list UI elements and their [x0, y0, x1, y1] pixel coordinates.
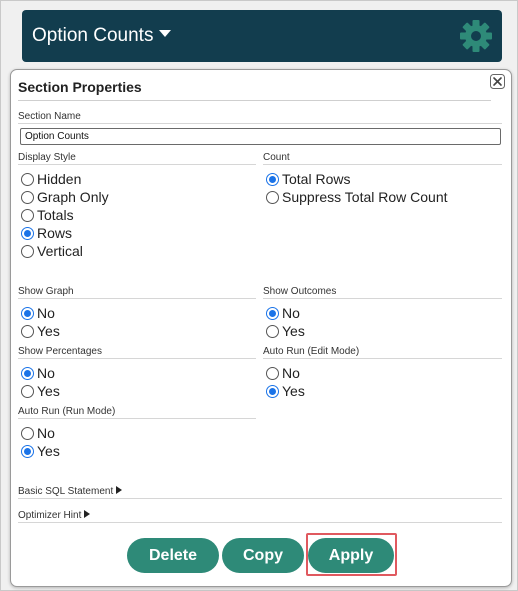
apply-highlight [306, 533, 397, 576]
divider [263, 298, 502, 299]
count-label: Count [263, 152, 290, 163]
section-name-label: Section Name [18, 111, 81, 122]
radio-button-selected[interactable] [266, 384, 279, 398]
radio-button-selected[interactable] [266, 172, 279, 186]
radio-button[interactable] [266, 324, 279, 338]
caret-down-icon [159, 30, 172, 38]
section-title-dropdown[interactable]: Option Counts [32, 24, 172, 48]
display-style-hidden-option[interactable]: Hidden [21, 170, 81, 188]
radio-button[interactable] [21, 208, 34, 222]
display-style-totals-option[interactable]: Totals [21, 206, 74, 224]
radio-button-selected[interactable] [21, 226, 34, 240]
radio-button[interactable] [21, 324, 34, 338]
divider [263, 164, 502, 165]
show-percentages-yes-option[interactable]: Yes [21, 382, 60, 400]
show-graph-no-option[interactable]: No [21, 304, 55, 322]
display-style-label: Display Style [18, 152, 76, 163]
option-label: Hidden [37, 171, 82, 187]
option-label: Yes [282, 323, 305, 339]
basic-sql-label: Basic SQL Statement [18, 486, 114, 497]
expand-arrow-icon [116, 486, 123, 495]
option-label: Graph Only [37, 189, 109, 205]
delete-button[interactable]: Delete [127, 538, 219, 573]
radio-button[interactable] [21, 244, 34, 258]
section-name-input[interactable] [20, 128, 501, 145]
optimizer-hint-label: Optimizer Hint [18, 510, 82, 521]
option-label: Yes [37, 383, 60, 399]
show-graph-yes-option[interactable]: Yes [21, 322, 60, 340]
divider [18, 522, 502, 523]
divider [263, 358, 502, 359]
app-frame: Option Counts Section Properties Section… [0, 0, 518, 591]
option-label: Vertical [37, 243, 83, 259]
count-suppress-option[interactable]: Suppress Total Row Count [266, 188, 448, 206]
close-icon[interactable] [490, 74, 505, 89]
optimizer-hint-expander[interactable]: Optimizer Hint [18, 510, 91, 521]
display-style-graph-only-option[interactable]: Graph Only [21, 188, 109, 206]
auto-run-run-yes-option[interactable]: Yes [21, 442, 60, 460]
radio-button[interactable] [21, 426, 34, 440]
section-title-text: Option Counts [32, 25, 154, 46]
divider [18, 358, 256, 359]
auto-run-run-no-option[interactable]: No [21, 424, 55, 442]
display-style-vertical-option[interactable]: Vertical [21, 242, 83, 260]
option-label: Suppress Total Row Count [282, 189, 448, 205]
basic-sql-expander[interactable]: Basic SQL Statement [18, 486, 123, 497]
auto-run-edit-label: Auto Run (Edit Mode) [263, 346, 360, 357]
option-label: Rows [37, 225, 73, 241]
option-label: No [282, 305, 300, 321]
radio-button-selected[interactable] [266, 306, 279, 320]
radio-button-selected[interactable] [21, 306, 34, 320]
divider [18, 418, 256, 419]
option-label: No [37, 425, 55, 441]
divider [18, 123, 502, 124]
radio-button[interactable] [21, 384, 34, 398]
divider [18, 164, 256, 165]
section-properties-dialog: Section Properties Section Name Display … [10, 69, 512, 587]
radio-button-selected[interactable] [21, 444, 34, 458]
option-label: Totals [37, 207, 74, 223]
show-outcomes-no-option[interactable]: No [266, 304, 300, 322]
gear-icon[interactable] [459, 19, 493, 53]
show-percentages-no-option[interactable]: No [21, 364, 55, 382]
auto-run-edit-no-option[interactable]: No [266, 364, 300, 382]
auto-run-edit-yes-option[interactable]: Yes [266, 382, 305, 400]
count-total-rows-option[interactable]: Total Rows [266, 170, 350, 188]
radio-button[interactable] [21, 172, 34, 186]
option-label: No [37, 305, 55, 321]
option-label: Yes [37, 323, 60, 339]
expand-arrow-icon [84, 510, 91, 519]
copy-button[interactable]: Copy [222, 538, 304, 573]
option-label: Yes [282, 383, 305, 399]
option-label: No [282, 365, 300, 381]
option-label: Yes [37, 443, 60, 459]
show-percentages-label: Show Percentages [18, 346, 102, 357]
radio-button[interactable] [266, 190, 279, 204]
option-label: Total Rows [282, 171, 351, 187]
title-divider [18, 100, 491, 101]
show-outcomes-yes-option[interactable]: Yes [266, 322, 305, 340]
section-header-bar: Option Counts [22, 10, 502, 62]
display-style-rows-option[interactable]: Rows [21, 224, 72, 242]
auto-run-run-label: Auto Run (Run Mode) [18, 406, 116, 417]
option-label: No [37, 365, 55, 381]
dialog-title: Section Properties [18, 79, 142, 95]
show-outcomes-label: Show Outcomes [263, 286, 337, 297]
show-graph-label: Show Graph [18, 286, 74, 297]
radio-button[interactable] [21, 190, 34, 204]
radio-button[interactable] [266, 366, 279, 380]
divider [18, 498, 502, 499]
radio-button-selected[interactable] [21, 366, 34, 380]
divider [18, 298, 256, 299]
